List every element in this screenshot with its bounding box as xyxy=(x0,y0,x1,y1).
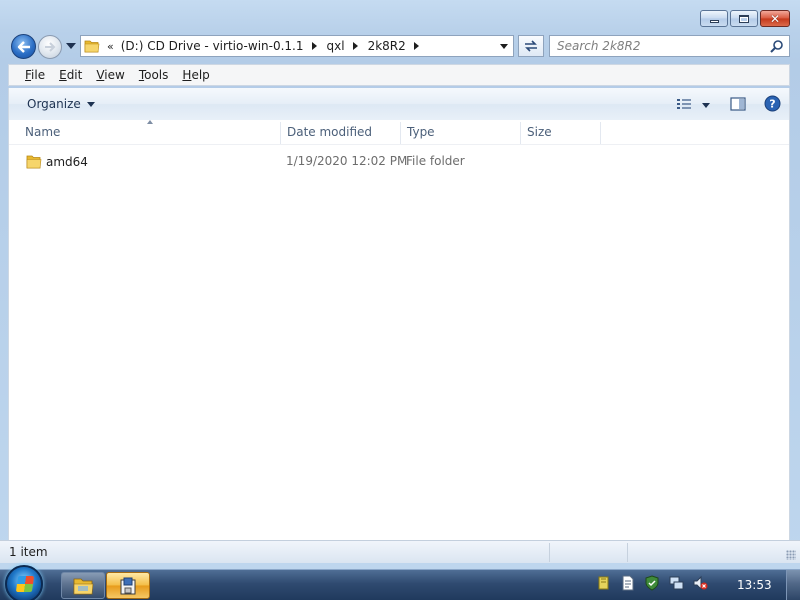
maximize-icon xyxy=(739,14,749,23)
column-header-size[interactable]: Size xyxy=(520,120,600,145)
recent-pages-dropdown[interactable] xyxy=(66,43,76,49)
close-icon: ✕ xyxy=(769,11,781,26)
breadcrumb-drive[interactable]: (D:) CD Drive - virtio-win-0.1.1 xyxy=(121,39,304,53)
back-arrow-icon xyxy=(17,40,30,53)
file-type: File folder xyxy=(406,154,465,168)
taskbar-explorer-button[interactable] xyxy=(61,572,105,599)
action-center-icon[interactable] xyxy=(596,575,612,591)
show-desktop-button[interactable] xyxy=(786,570,800,600)
volume-muted-icon[interactable] xyxy=(692,575,708,591)
status-divider xyxy=(549,543,550,562)
change-view-button[interactable] xyxy=(676,98,730,112)
back-button[interactable] xyxy=(11,34,36,59)
column-divider[interactable] xyxy=(600,122,601,144)
help-icon: ? xyxy=(764,95,781,112)
menu-view[interactable]: View xyxy=(96,68,124,82)
minimize-icon xyxy=(709,20,719,23)
breadcrumb-arrow-icon[interactable] xyxy=(311,42,317,50)
caption-buttons: ✕ xyxy=(698,10,790,27)
menu-edit[interactable]: Edit xyxy=(59,68,82,82)
file-date-modified: 1/19/2020 12:02 PM xyxy=(286,154,408,168)
organize-button[interactable]: Organize xyxy=(27,97,95,111)
notification-area xyxy=(596,575,716,591)
menu-edit-accel: E xyxy=(59,68,67,82)
status-bar: 1 item xyxy=(0,540,800,563)
address-bar[interactable]: « (D:) CD Drive - virtio-win-0.1.1 qxl 2… xyxy=(80,35,514,57)
breadcrumb-overflow[interactable]: « xyxy=(107,40,114,53)
menu-file[interactable]: File xyxy=(25,68,45,82)
column-header-date-modified[interactable]: Date modified xyxy=(280,120,400,145)
preview-pane-icon xyxy=(730,96,746,111)
file-name-cell[interactable]: amd64 xyxy=(26,154,88,170)
minimize-button[interactable] xyxy=(700,10,728,27)
maximize-button[interactable] xyxy=(730,10,758,27)
organize-label: Organize xyxy=(27,97,81,111)
close-button[interactable]: ✕ xyxy=(760,10,790,27)
chevron-down-icon xyxy=(86,101,95,107)
system-clock[interactable]: 13:53 xyxy=(737,578,772,592)
breadcrumb-2k8r2[interactable]: 2k8R2 xyxy=(368,39,406,53)
breadcrumb-qxl[interactable]: qxl xyxy=(327,39,345,53)
help-button[interactable]: ? xyxy=(764,95,781,115)
menu-file-label: ile xyxy=(31,68,46,82)
folder-icon xyxy=(26,155,42,169)
status-divider xyxy=(627,543,628,562)
column-headers: Name Date modified Type Size xyxy=(9,120,789,145)
refresh-button[interactable] xyxy=(518,35,544,57)
forward-button[interactable] xyxy=(38,35,62,59)
views-icon xyxy=(677,99,691,109)
explorer-window: ✕ « (D:) CD Drive - virtio-win-0.1.1 qxl… xyxy=(0,0,800,569)
command-bar: Organize ? xyxy=(8,88,790,120)
address-dropdown-icon[interactable] xyxy=(500,44,508,49)
taskbar: 13:53 xyxy=(0,565,800,600)
security-shield-icon[interactable] xyxy=(644,575,660,591)
menu-view-label: iew xyxy=(104,68,125,82)
views-dropdown-icon[interactable] xyxy=(702,102,710,108)
file-row[interactable]: amd64 1/19/2020 12:02 PM File folder xyxy=(9,152,791,172)
navigation-row: « (D:) CD Drive - virtio-win-0.1.1 qxl 2… xyxy=(8,32,790,60)
disk-drive-icon xyxy=(120,577,136,594)
file-list-pane[interactable]: Name Date modified Type Size amd64 1/19/… xyxy=(8,120,790,540)
menu-tools[interactable]: Tools xyxy=(139,68,169,82)
breadcrumb-arrow-icon[interactable] xyxy=(352,42,358,50)
start-button[interactable] xyxy=(5,565,43,600)
search-input[interactable] xyxy=(550,36,760,56)
network-icon[interactable] xyxy=(668,575,684,591)
folder-icon xyxy=(84,40,100,53)
search-icon[interactable] xyxy=(770,39,784,53)
item-count: 1 item xyxy=(9,545,48,559)
column-header-name[interactable]: Name xyxy=(18,120,280,145)
forward-arrow-icon xyxy=(45,42,56,52)
refresh-icon xyxy=(525,40,537,52)
menu-edit-label: dit xyxy=(66,68,83,82)
menu-help-label: elp xyxy=(191,68,210,82)
file-name: amd64 xyxy=(46,155,88,169)
command-bar-tools: ? xyxy=(676,95,781,115)
resize-grip[interactable] xyxy=(786,550,796,560)
menu-tools-label: ools xyxy=(144,68,169,82)
document-icon[interactable] xyxy=(620,575,636,591)
preview-pane-button[interactable] xyxy=(730,96,746,114)
search-box[interactable] xyxy=(549,35,790,57)
svg-text:?: ? xyxy=(769,98,775,111)
folder-icon xyxy=(73,578,94,594)
breadcrumb-arrow-icon[interactable] xyxy=(413,42,419,50)
menu-bar: File Edit View Tools Help xyxy=(8,64,790,86)
menu-help[interactable]: Help xyxy=(182,68,209,82)
taskbar-active-app-button[interactable] xyxy=(106,572,150,599)
column-header-type[interactable]: Type xyxy=(400,120,520,145)
